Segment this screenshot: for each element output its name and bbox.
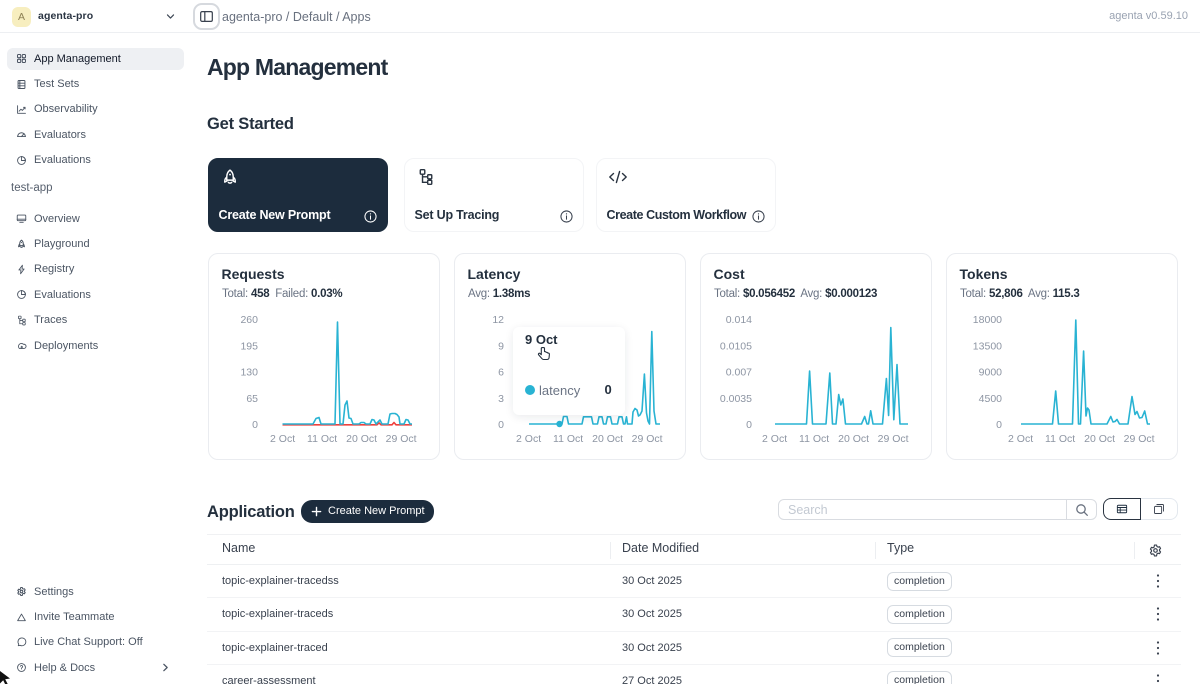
svg-text:0.014: 0.014 [726, 314, 752, 326]
svg-text:11 Oct: 11 Oct [553, 433, 583, 445]
svg-text:29 Oct: 29 Oct [878, 433, 909, 445]
svg-text:2 Oct: 2 Oct [762, 433, 787, 445]
svg-text:0: 0 [252, 419, 258, 431]
svg-text:11 Oct: 11 Oct [799, 433, 829, 445]
svg-text:2 Oct: 2 Oct [270, 433, 295, 445]
svg-text:0: 0 [746, 419, 752, 431]
svg-text:20 Oct: 20 Oct [838, 433, 869, 445]
svg-text:0.007: 0.007 [726, 367, 752, 379]
svg-text:0: 0 [996, 419, 1002, 431]
svg-text:2 Oct: 2 Oct [1008, 433, 1033, 445]
svg-text:260: 260 [240, 314, 258, 326]
svg-text:195: 195 [240, 340, 258, 352]
svg-text:130: 130 [240, 367, 258, 379]
svg-text:4500: 4500 [979, 393, 1003, 405]
svg-text:6: 6 [498, 367, 504, 379]
svg-text:9: 9 [498, 340, 504, 352]
svg-text:13500: 13500 [973, 340, 1002, 352]
svg-text:3: 3 [498, 393, 504, 405]
svg-text:20 Oct: 20 Oct [592, 433, 623, 445]
svg-text:20 Oct: 20 Oct [346, 433, 377, 445]
svg-text:11 Oct: 11 Oct [1045, 433, 1075, 445]
svg-text:0.0035: 0.0035 [720, 393, 752, 405]
svg-text:29 Oct: 29 Oct [1124, 433, 1155, 445]
svg-text:0.0105: 0.0105 [720, 340, 752, 352]
svg-text:29 Oct: 29 Oct [632, 433, 663, 445]
svg-text:12: 12 [492, 314, 504, 326]
svg-text:11 Oct: 11 Oct [307, 433, 337, 445]
svg-text:0: 0 [498, 419, 504, 431]
svg-text:18000: 18000 [973, 314, 1002, 326]
svg-text:65: 65 [246, 393, 258, 405]
svg-text:29 Oct: 29 Oct [386, 433, 417, 445]
svg-text:20 Oct: 20 Oct [1084, 433, 1115, 445]
svg-text:9000: 9000 [979, 367, 1003, 379]
svg-text:2 Oct: 2 Oct [516, 433, 541, 445]
